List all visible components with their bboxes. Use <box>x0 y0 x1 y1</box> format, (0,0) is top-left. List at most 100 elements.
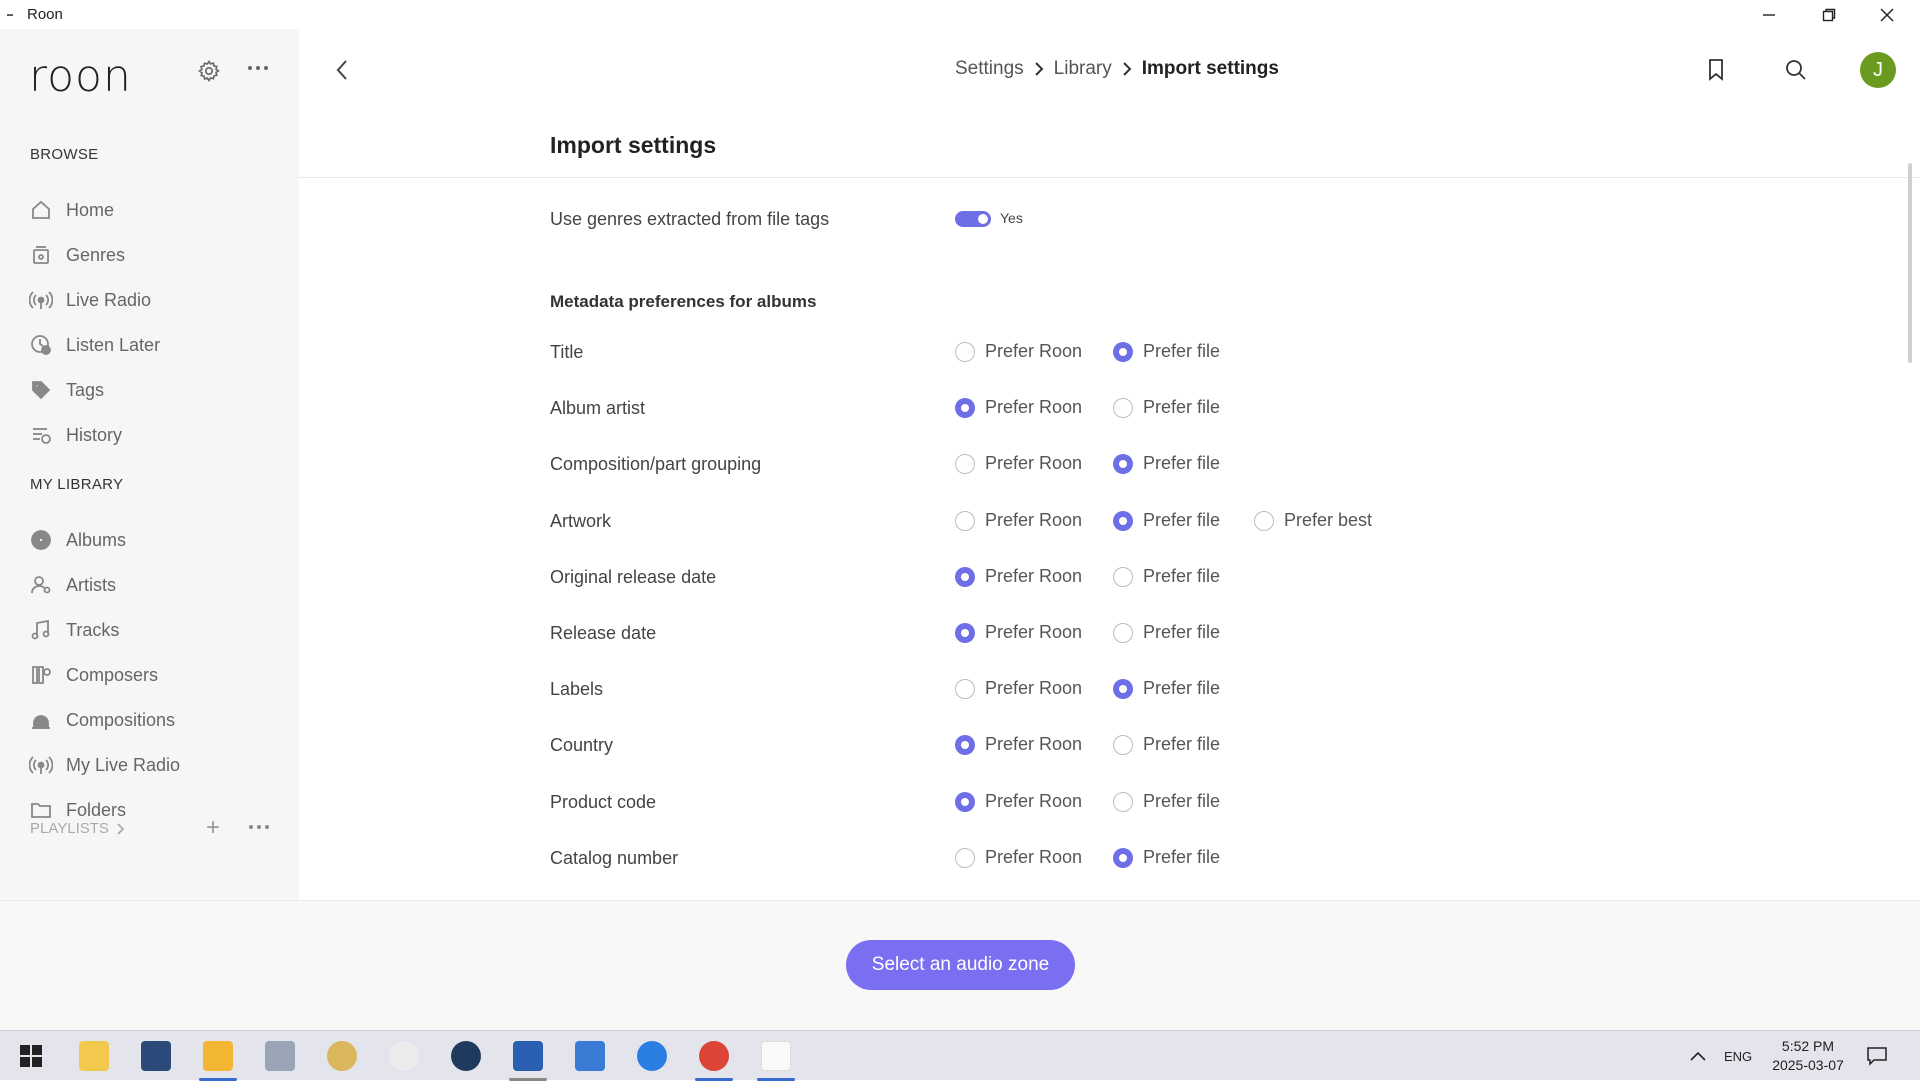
sidebar-item-tags[interactable]: Tags <box>28 372 278 408</box>
radio-prefer-roon[interactable]: Prefer Roon <box>955 397 1082 418</box>
breadcrumb-library[interactable]: Library <box>1054 58 1112 80</box>
taskbar-app-tool[interactable] <box>255 1031 305 1081</box>
radio-indicator <box>955 791 975 812</box>
chevron-right-icon <box>1122 61 1132 77</box>
music-note-icon <box>28 618 54 642</box>
radio-prefer-roon[interactable]: Prefer Roon <box>955 791 1082 812</box>
roon-logo: roon <box>29 51 132 102</box>
breadcrumb-settings[interactable]: Settings <box>955 58 1024 80</box>
radio-label: Prefer Roon <box>985 847 1083 867</box>
roon-app-icon <box>761 1041 791 1071</box>
radio-label: Prefer best <box>1284 510 1373 530</box>
taskbar-app-mail[interactable] <box>69 1031 119 1081</box>
taskbar-app-disc[interactable] <box>317 1031 367 1081</box>
radio-prefer-roon[interactable]: Prefer Roon <box>955 453 1082 474</box>
restore-button[interactable] <box>1800 0 1858 29</box>
radio-prefer-file[interactable]: Prefer file <box>1113 791 1220 812</box>
window-title: Roon <box>27 6 63 23</box>
search-button[interactable] <box>1780 54 1812 86</box>
select-audio-zone-button[interactable]: Select an audio zone <box>846 940 1075 990</box>
back-button[interactable] <box>330 56 354 84</box>
radio-prefer-file[interactable]: Prefer file <box>1113 847 1220 868</box>
radio-indicator <box>1113 453 1133 474</box>
playlists-label: PLAYLISTS <box>30 820 109 837</box>
radio-prefer-file[interactable]: Prefer file <box>1113 510 1220 531</box>
radio-label: Prefer file <box>1143 510 1221 530</box>
composition-icon <box>28 708 54 732</box>
radio-indicator <box>1113 566 1133 587</box>
page-title: Import settings <box>550 132 717 158</box>
sidebar-item-tracks[interactable]: Tracks <box>28 612 278 648</box>
add-playlist-button[interactable]: + <box>206 816 220 840</box>
radio-prefer-file[interactable]: Prefer file <box>1113 678 1220 699</box>
sidebar-item-live-radio[interactable]: Live Radio <box>28 282 278 318</box>
taskbar-clock[interactable]: 5:52 PM 2025-03-07 <box>1768 1037 1848 1075</box>
radio-label: Prefer file <box>1143 791 1221 811</box>
genres-toggle[interactable] <box>955 211 991 227</box>
taskbar-app-people[interactable] <box>627 1031 677 1081</box>
sidebar-item-composers[interactable]: Composers <box>28 657 278 693</box>
radio-prefer-file[interactable]: Prefer file <box>1113 341 1220 362</box>
sidebar: roon BROWSE Home Genres Live Radio Liste… <box>0 29 299 900</box>
sidebar-item-compositions[interactable]: Compositions <box>28 702 278 738</box>
radio-prefer-best[interactable]: Prefer best <box>1254 510 1372 531</box>
radio-prefer-roon[interactable]: Prefer Roon <box>955 510 1082 531</box>
taskbar-app-file-explorer[interactable] <box>193 1031 243 1081</box>
clock-date: 2025-03-07 <box>1772 1057 1844 1073</box>
chevron-left-icon <box>336 60 347 80</box>
taskbar-app-roon[interactable] <box>751 1031 801 1081</box>
sidebar-item-home[interactable]: Home <box>28 192 278 228</box>
taskbar-app-media[interactable] <box>441 1031 491 1081</box>
radio-prefer-roon[interactable]: Prefer Roon <box>955 622 1082 643</box>
sidebar-item-genres[interactable]: Genres <box>28 237 278 273</box>
radio-prefer-roon[interactable]: Prefer Roon <box>955 341 1082 362</box>
genres-icon <box>28 243 54 267</box>
radio-indicator <box>955 341 975 362</box>
minimize-button[interactable] <box>1740 0 1798 29</box>
avatar[interactable]: J <box>1860 52 1896 88</box>
tray-overflow-button[interactable] <box>1690 1031 1706 1081</box>
radio-indicator <box>1113 791 1133 812</box>
sidebar-item-albums[interactable]: Albums <box>28 522 278 558</box>
sidebar-item-listen-later[interactable]: Listen Later <box>28 327 278 363</box>
radio-prefer-file[interactable]: Prefer file <box>1113 734 1220 755</box>
roon-app-icon: ▬ <box>7 11 13 18</box>
metadata-row-label: Product code <box>550 792 657 812</box>
tag-icon <box>28 378 54 402</box>
start-button[interactable] <box>6 1031 56 1081</box>
radio-prefer-roon[interactable]: Prefer Roon <box>955 847 1082 868</box>
settings-button[interactable] <box>197 59 221 88</box>
radio-icon <box>28 288 54 312</box>
bookmark-icon <box>1709 59 1723 81</box>
bookmarks-button[interactable] <box>1700 54 1732 86</box>
divider <box>299 177 1920 178</box>
sidebar-item-history[interactable]: History <box>28 417 278 453</box>
taskbar-app-chrome[interactable] <box>689 1031 739 1081</box>
radio-prefer-file[interactable]: Prefer file <box>1113 622 1220 643</box>
playlists-heading[interactable]: PLAYLISTS <box>30 820 127 837</box>
gear-icon <box>198 60 220 82</box>
scrollbar[interactable] <box>1908 163 1912 363</box>
chrome-app-icon <box>699 1041 729 1071</box>
playlists-more-button[interactable] <box>248 818 270 836</box>
radio-icon <box>28 753 54 777</box>
taskbar-app-calendar[interactable] <box>565 1031 615 1081</box>
radio-label: Prefer Roon <box>985 734 1083 754</box>
language-indicator[interactable]: ENG <box>1724 1031 1752 1081</box>
taskbar-app-music[interactable] <box>131 1031 181 1081</box>
radio-prefer-file[interactable]: Prefer file <box>1113 397 1220 418</box>
radio-prefer-roon[interactable]: Prefer Roon <box>955 734 1082 755</box>
sidebar-more-button[interactable] <box>247 59 269 77</box>
radio-prefer-file[interactable]: Prefer file <box>1113 453 1220 474</box>
radio-prefer-file[interactable]: Prefer file <box>1113 566 1220 587</box>
sidebar-item-artists[interactable]: Artists <box>28 567 278 603</box>
notifications-button[interactable] <box>1866 1031 1888 1081</box>
metadata-row-label: Composition/part grouping <box>550 454 762 474</box>
taskbar-app-word[interactable] <box>503 1031 553 1081</box>
radio-label: Prefer Roon <box>985 791 1083 811</box>
sidebar-item-my-live-radio[interactable]: My Live Radio <box>28 747 278 783</box>
radio-prefer-roon[interactable]: Prefer Roon <box>955 678 1082 699</box>
close-button[interactable] <box>1858 0 1916 29</box>
radio-prefer-roon[interactable]: Prefer Roon <box>955 566 1082 587</box>
taskbar-app-settings[interactable] <box>379 1031 429 1081</box>
